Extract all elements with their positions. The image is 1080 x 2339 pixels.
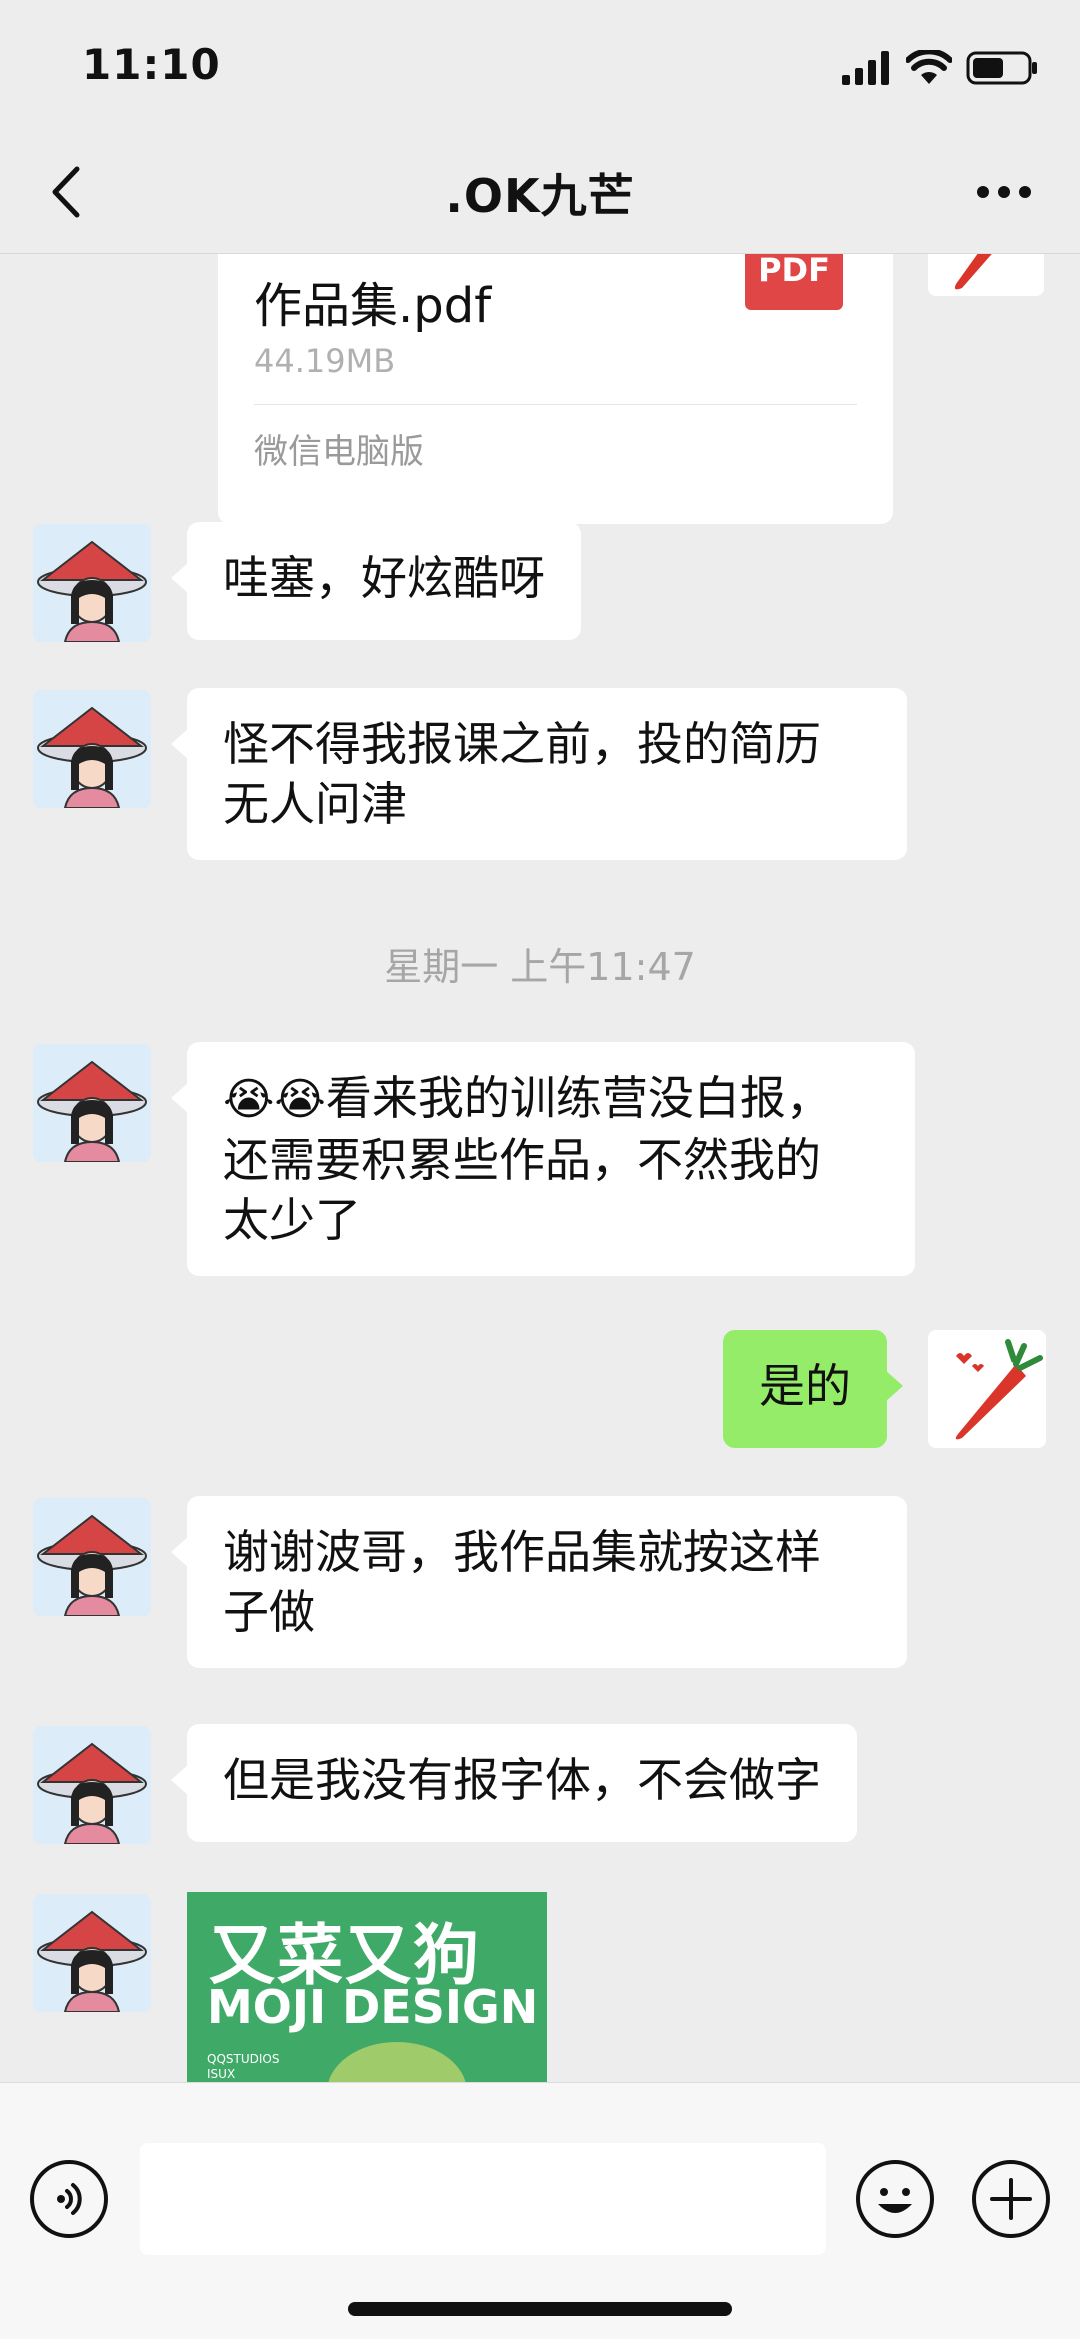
cabbage-illustration	[327, 2042, 467, 2082]
emoji-button[interactable]	[856, 2160, 934, 2238]
message-text: 谢谢波哥，我作品集就按这样	[223, 1525, 821, 1579]
divider	[254, 404, 857, 405]
chat-area[interactable]: 作品集.pdf 44.19MB PDF 微信电脑版 哇塞，好炫酷呀 怪不得我报课…	[0, 254, 1080, 2082]
wifi-icon	[906, 50, 952, 84]
file-name: 作品集.pdf	[254, 278, 492, 334]
message-bubble[interactable]: 😭😭看来我的训练营没白报， 还需要积累些作品，不然我的 太少了	[171, 1042, 915, 1276]
girl-hat-avatar-icon	[37, 1910, 147, 2012]
girl-hat-avatar-icon	[37, 706, 147, 808]
my-message-bubble[interactable]: 是的	[723, 1330, 903, 1448]
file-source: 微信电脑版	[254, 432, 424, 472]
my-avatar[interactable]	[928, 1330, 1046, 1448]
pdf-file-icon: PDF	[745, 254, 843, 310]
girl-hat-avatar-icon	[37, 540, 147, 642]
home-indicator[interactable]	[348, 2302, 732, 2316]
contact-avatar[interactable]	[33, 1726, 151, 1844]
image-message[interactable]: 又菜又狗 MOJI DESIGN QQSTUDIOS ISUX	[187, 1892, 547, 2082]
message-bubble[interactable]: 谢谢波哥，我作品集就按这样 子做	[171, 1496, 907, 1668]
file-message[interactable]: 作品集.pdf 44.19MB PDF 微信电脑版	[218, 254, 893, 524]
message-text: 是的	[759, 1359, 851, 1413]
message-text: 但是我没有报字体，不会做字	[223, 1753, 821, 1807]
status-bar: 11:10	[0, 0, 1080, 130]
image-caption-line: ISUX	[207, 2067, 236, 2081]
voice-icon	[57, 2183, 82, 2215]
chat-title: .OK九芒	[445, 169, 635, 223]
girl-hat-avatar-icon	[37, 1514, 147, 1616]
contact-avatar[interactable]	[33, 1894, 151, 2012]
plus-icon	[990, 2178, 1032, 2220]
message-bubble[interactable]: 但是我没有报字体，不会做字	[171, 1724, 857, 1842]
status-time: 11:10	[82, 40, 221, 89]
image-caption-line: QQSTUDIOS	[207, 2052, 280, 2066]
signal-icon	[842, 51, 889, 85]
crying-emoji: 😭😭	[223, 1074, 326, 1125]
message-text: 太少了	[223, 1193, 361, 1247]
contact-avatar[interactable]	[33, 524, 151, 642]
girl-hat-avatar-icon	[37, 1060, 147, 1162]
girl-hat-avatar-icon	[37, 1742, 147, 1844]
carrot-icon	[955, 1339, 1043, 1440]
input-bar	[0, 2082, 1080, 2339]
message-bubble[interactable]: 哇塞，好炫酷呀	[171, 522, 581, 640]
message-text: 子做	[223, 1585, 315, 1639]
image-caption: QQSTUDIOS ISUX	[207, 2052, 279, 2082]
more-dots-icon	[977, 186, 1031, 198]
more-button[interactable]	[964, 160, 1044, 224]
message-text: 看来我的训练营没白报，	[325, 1071, 832, 1125]
message-text: 哇塞，好炫酷呀	[223, 551, 545, 605]
emoji-icon	[878, 2188, 912, 2213]
message-text: 还需要积累些作品，不然我的	[223, 1133, 821, 1187]
contact-avatar[interactable]	[33, 1044, 151, 1162]
timestamp: 星期一 上午11:47	[384, 945, 696, 989]
contact-avatar[interactable]	[33, 1498, 151, 1616]
file-size: 44.19MB	[254, 342, 396, 380]
my-avatar[interactable]	[928, 254, 1044, 296]
message-input[interactable]	[140, 2143, 826, 2255]
contact-avatar[interactable]	[33, 690, 151, 808]
battery-icon	[966, 51, 1037, 85]
message-bubble[interactable]: 怪不得我报课之前，投的简历 无人问津	[171, 688, 907, 860]
voice-button[interactable]	[30, 2160, 108, 2238]
message-text: 无人问津	[223, 777, 407, 831]
image-subtitle: MOJI DESIGN	[207, 1980, 539, 2034]
carrot-icon	[954, 254, 992, 290]
nav-bar: .OK九芒	[0, 130, 1080, 254]
message-text: 怪不得我报课之前，投的简历	[223, 717, 821, 771]
plus-button[interactable]	[972, 2160, 1050, 2238]
status-icons	[842, 48, 1038, 88]
